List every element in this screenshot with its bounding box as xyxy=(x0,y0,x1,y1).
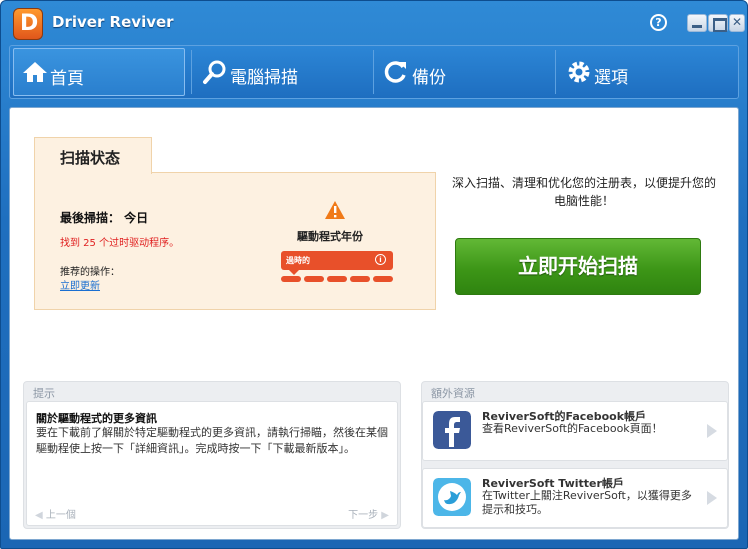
tab-scan-label: 電腦掃描 xyxy=(230,68,298,88)
minimize-button[interactable] xyxy=(687,14,707,32)
chevron-right-icon xyxy=(707,491,717,505)
tips-title: 提示 xyxy=(33,387,55,400)
tab-scan[interactable]: 電腦掃描 xyxy=(192,48,372,96)
maximize-button[interactable] xyxy=(708,14,728,32)
refresh-icon xyxy=(384,61,406,83)
chevron-left-icon: ◀ xyxy=(35,510,46,521)
tab-backup[interactable]: 備份 xyxy=(374,48,554,96)
tab-options-label: 選項 xyxy=(594,68,628,88)
resources-title: 額外資源 xyxy=(431,387,475,400)
tab-home[interactable]: 首頁 xyxy=(13,48,185,96)
tab-home-label: 首頁 xyxy=(50,69,84,89)
scan-description: 深入扫描、清理和优化您的注册表，以便提升您的电脑性能！ xyxy=(451,176,716,208)
driver-age-indicator: 過時的 i xyxy=(281,251,393,275)
facebook-icon xyxy=(433,411,471,449)
scan-status-tab: 扫描状态 xyxy=(34,137,152,174)
twitter-resource[interactable]: ReviverSoft Twitter帳戶 在Twitter上關注Reviver… xyxy=(422,468,728,528)
info-icon: i xyxy=(375,254,386,265)
start-scan-button[interactable]: 立即开始扫描 xyxy=(455,238,701,295)
app-title: Driver Reviver xyxy=(52,13,174,31)
age-segment xyxy=(373,276,393,282)
warning-icon xyxy=(325,201,345,219)
tab-backup-label: 備份 xyxy=(412,68,446,88)
chevron-right-icon: ▶ xyxy=(378,510,389,521)
next-tip-label: 下一步 xyxy=(348,510,379,521)
main-nav: 首頁 電腦掃描 備份 選項 xyxy=(9,45,739,99)
previous-tip-label: 上一個 xyxy=(45,510,76,521)
tip-card: 關於驅動程式的更多資訊 要在下載前了解關於特定驅動程式的更多資訊，請執行掃瞄，然… xyxy=(26,401,398,526)
main-content: 扫描状态 最後掃描： 今日 找到 25 个过时驱动程序。 推荐的操作： 立即更新… xyxy=(9,107,739,540)
help-icon[interactable]: ? xyxy=(650,14,667,31)
outdated-drivers-text: 找到 25 个过时驱动程序。 xyxy=(60,238,180,249)
twitter-desc: 在Twitter上關注ReviverSoft，以獲得更多提示和技巧。 xyxy=(482,489,692,516)
age-segment xyxy=(327,276,347,282)
last-scan-text: 最後掃描： 今日 xyxy=(60,211,149,225)
chevron-right-icon xyxy=(707,424,717,438)
tip-body: 要在下載前了解關於特定驅動程式的更多資訊，請執行掃瞄，然後在某個驅動程使上按一下… xyxy=(36,426,388,455)
facebook-desc: 查看ReviverSoft的Facebook頁面！ xyxy=(482,422,663,435)
next-tip-button[interactable]: 下一步 ▶ xyxy=(348,506,389,521)
tab-options[interactable]: 選項 xyxy=(556,48,736,96)
tips-panel: 提示 關於驅動程式的更多資訊 要在下載前了解關於特定驅動程式的更多資訊，請執行掃… xyxy=(23,381,401,529)
resources-panel: 額外資源 ReviverSoft的Facebook帳戶 查看ReviverSof… xyxy=(421,381,729,529)
driver-age-label: 驅動程式年份 xyxy=(297,230,363,243)
age-segment xyxy=(304,276,324,282)
age-segment xyxy=(350,276,370,282)
close-button[interactable] xyxy=(729,14,745,32)
update-now-link[interactable]: 立即更新 xyxy=(60,277,100,292)
driver-age-status: 過時的 xyxy=(286,256,310,265)
tip-heading: 關於驅動程式的更多資訊 xyxy=(36,412,157,425)
search-icon xyxy=(203,60,226,84)
facebook-resource[interactable]: ReviverSoft的Facebook帳戶 查看ReviverSoft的Fac… xyxy=(422,401,728,461)
recommended-action-label: 推荐的操作： xyxy=(60,267,120,278)
home-icon xyxy=(23,62,47,82)
twitter-icon xyxy=(433,478,471,516)
gear-icon xyxy=(568,61,590,83)
app-logo-icon: D xyxy=(13,8,43,40)
app-window: D Driver Reviver ? 首頁 電腦掃描 備份 選項 扫描状态 最後… xyxy=(0,0,748,549)
title-bar: D Driver Reviver ? xyxy=(1,1,747,43)
previous-tip-button[interactable]: ◀ 上一個 xyxy=(35,506,76,521)
app-logo-letter: D xyxy=(20,11,39,36)
age-segment xyxy=(281,276,301,282)
